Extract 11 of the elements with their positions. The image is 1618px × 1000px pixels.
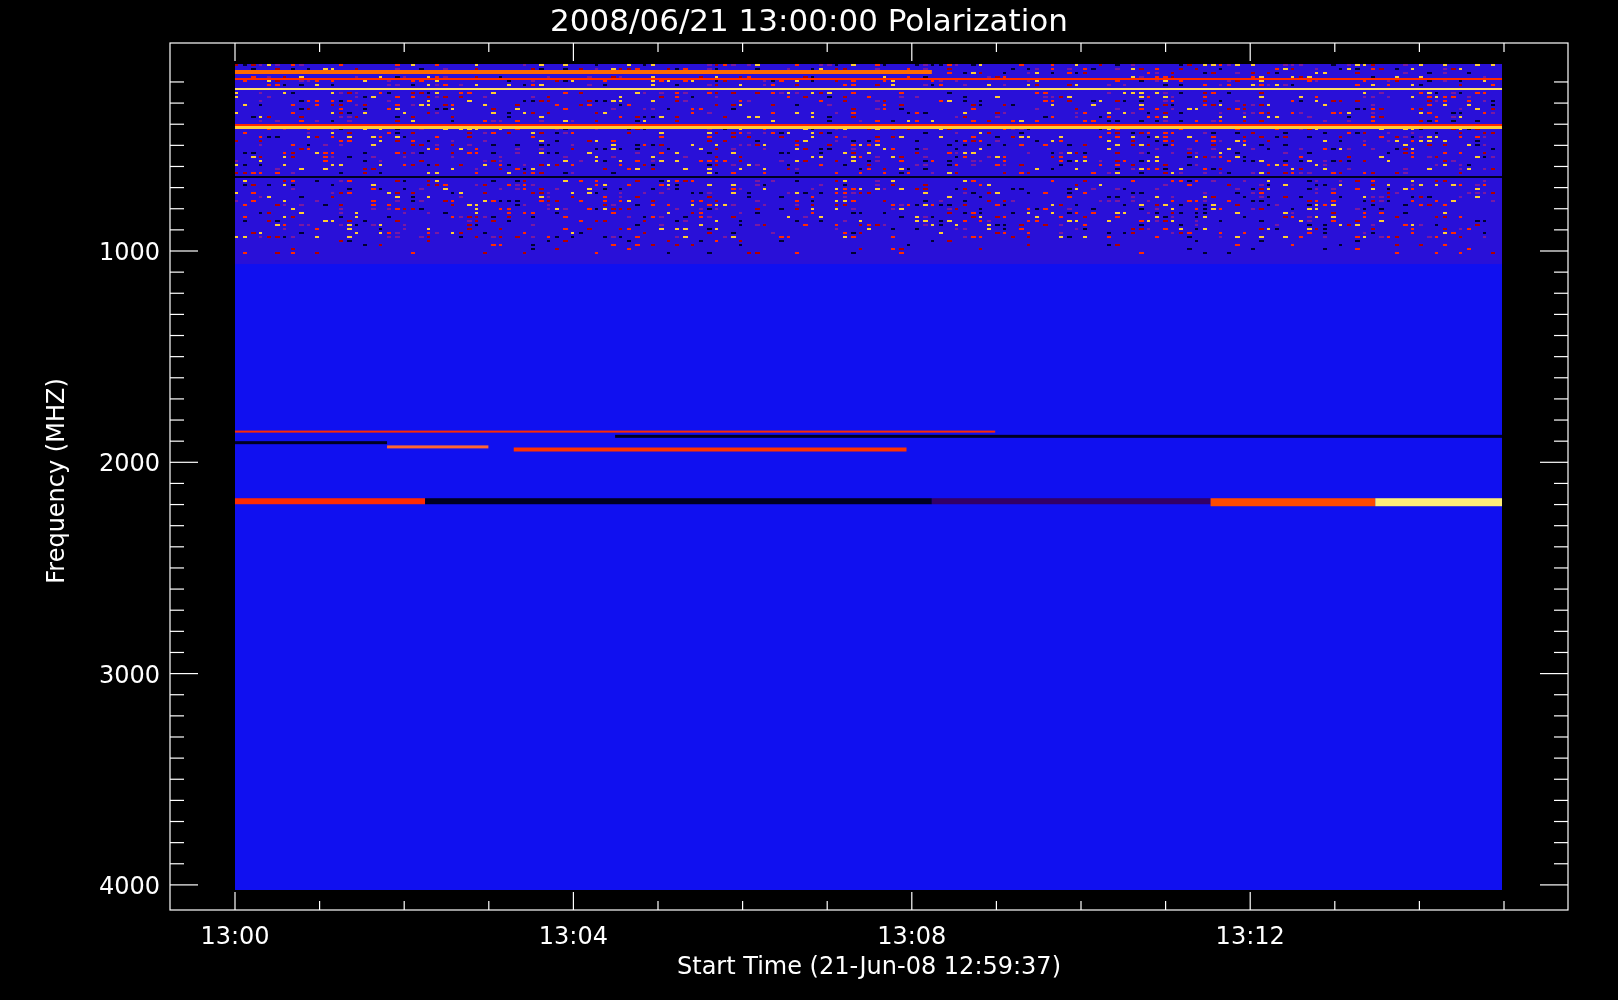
y-axis-label: Frequency (MHZ) [42, 378, 70, 584]
y-tick-label: 4000 [98, 871, 160, 900]
y-tick-label: 3000 [98, 660, 160, 689]
x-tick-label: 13:04 [538, 922, 608, 950]
x-tick-label: 13:12 [1215, 922, 1285, 950]
x-tick-label: 13:08 [877, 922, 947, 950]
x-axis-label: Start Time (21-Jun-08 12:59:37) [677, 952, 1061, 980]
x-tick-label: 13:00 [200, 922, 270, 950]
y-tick-label: 2000 [98, 449, 160, 478]
y-tick-label: 1000 [98, 238, 160, 266]
chart-title: 2008/06/21 13:00:00 Polarization [550, 2, 1068, 38]
